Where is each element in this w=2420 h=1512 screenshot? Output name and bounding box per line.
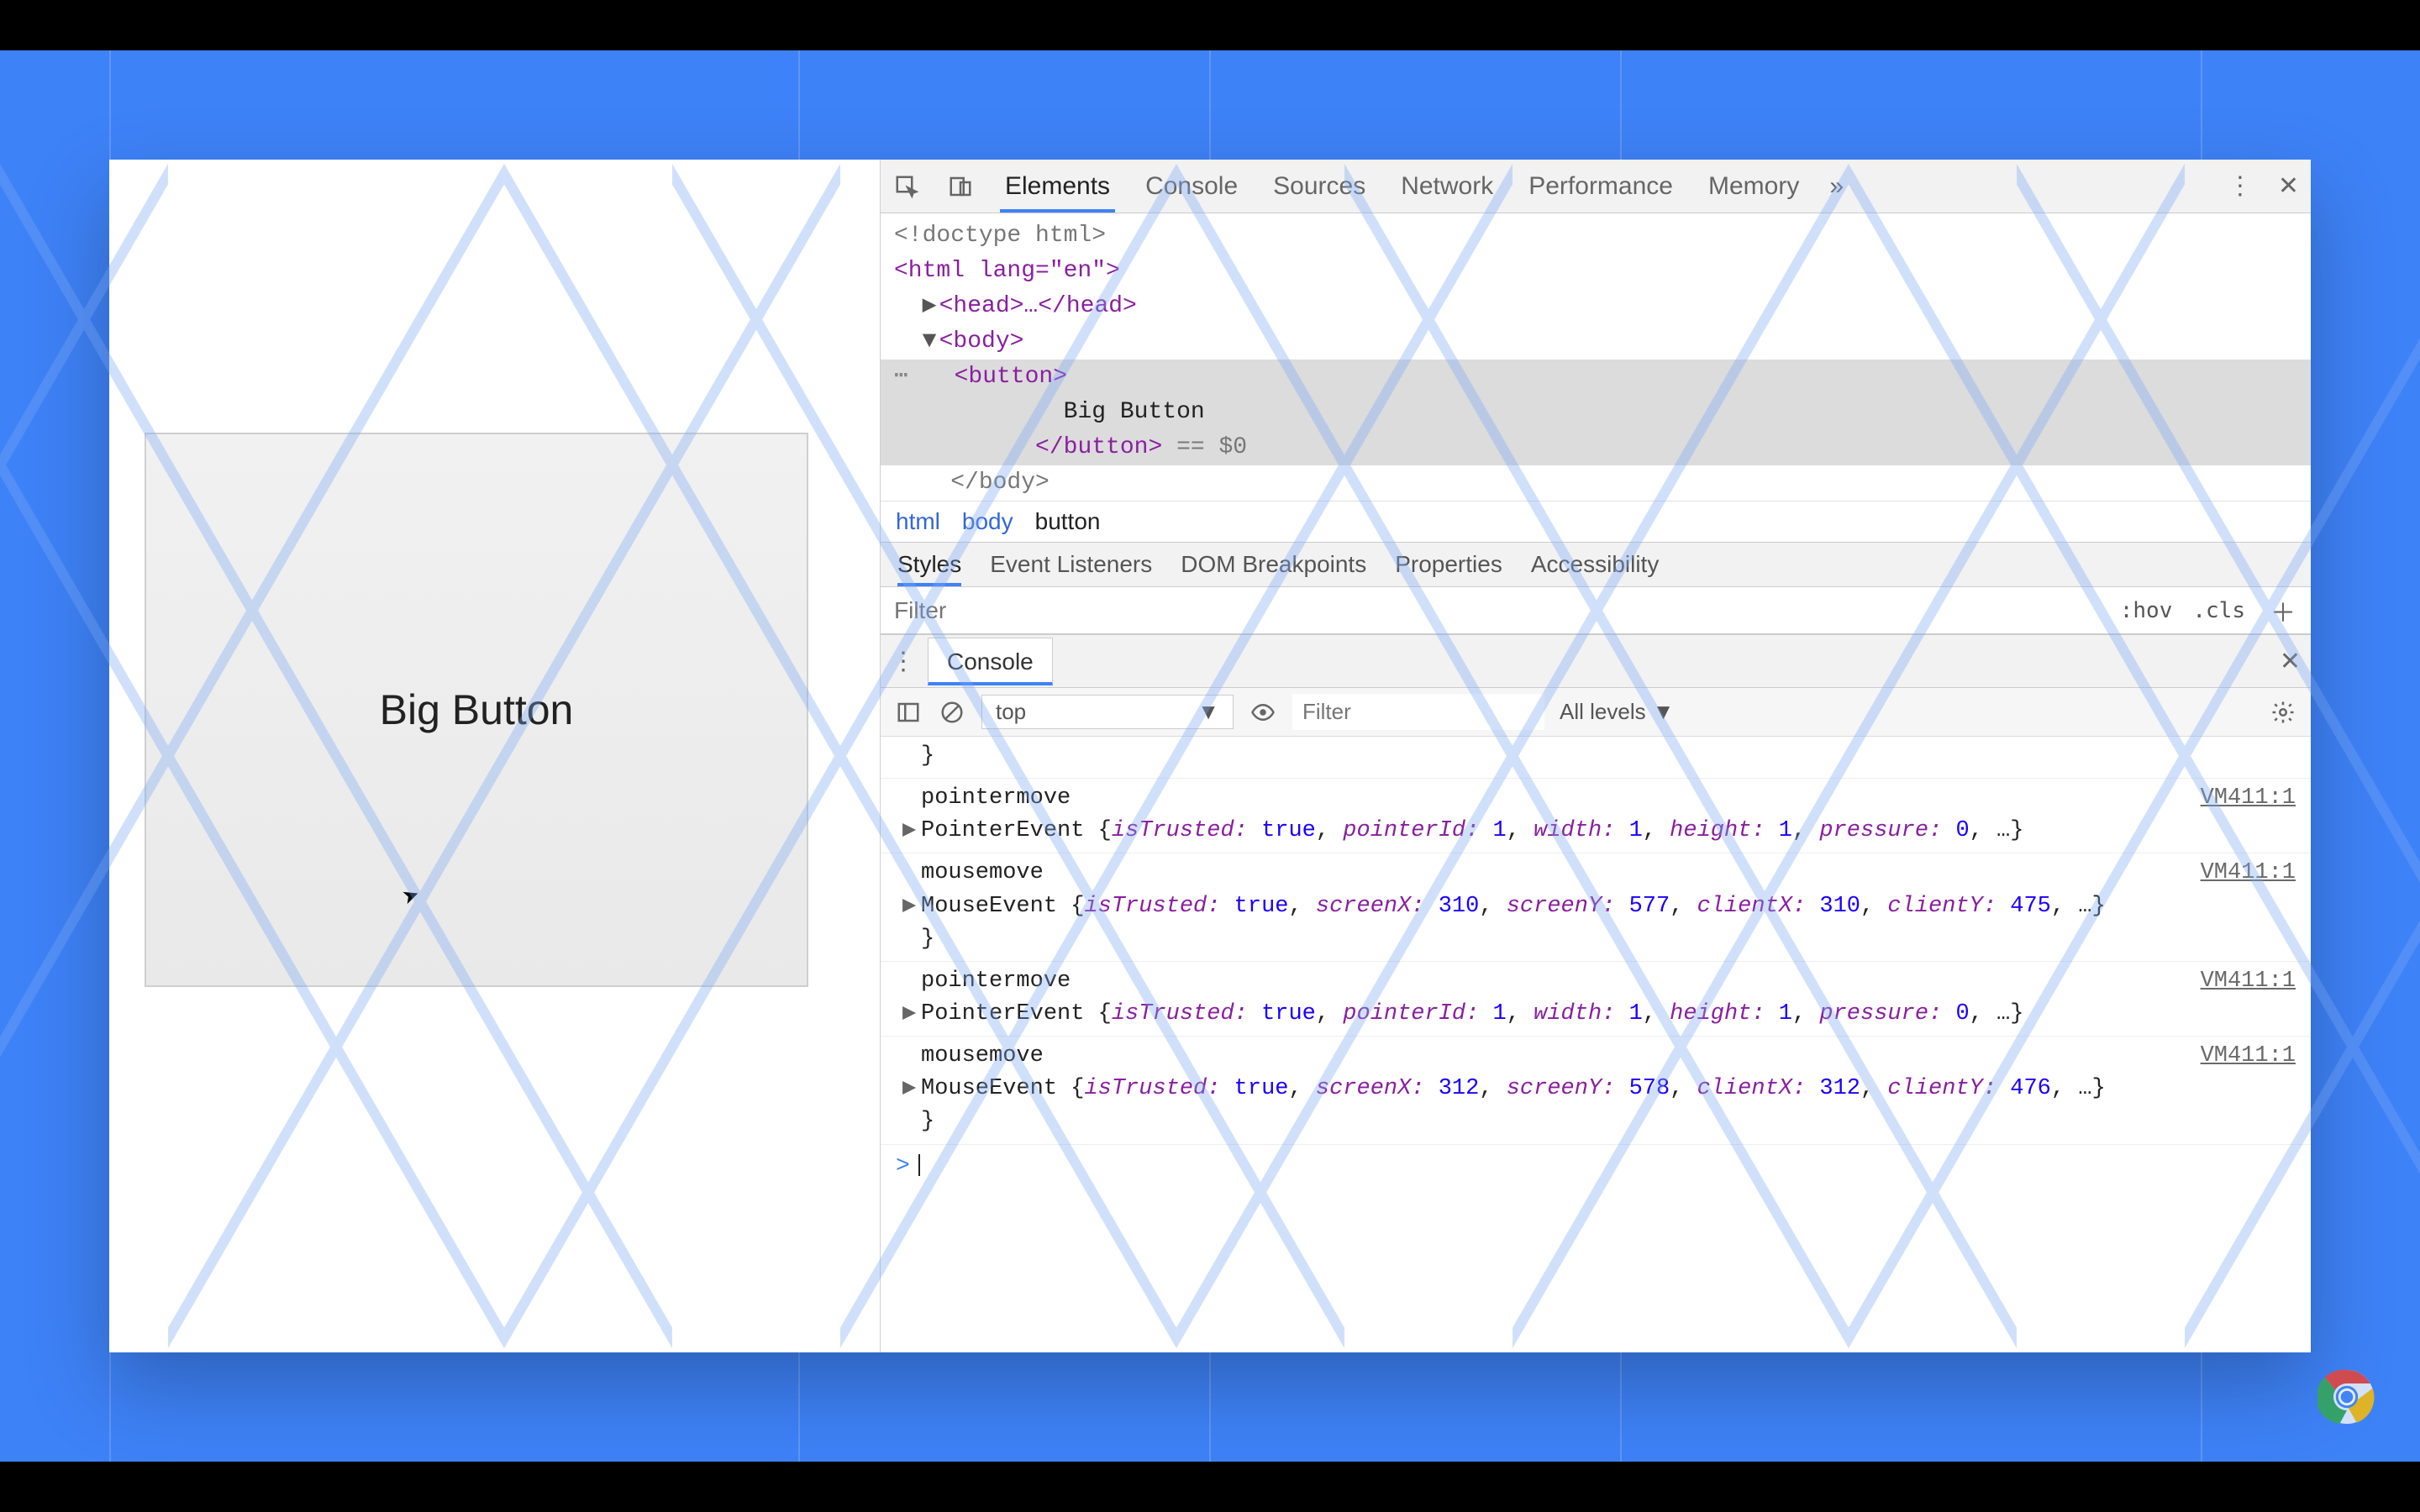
- console-log-list: }pointermoveVM411:1▶PointerEvent {isTrus…: [881, 737, 2311, 1352]
- console-drawer-header: ⋮ Console ✕: [881, 634, 2311, 688]
- big-button-label: Big Button: [380, 685, 574, 734]
- console-sidebar-toggle-icon[interactable]: [894, 698, 923, 727]
- tab-performance[interactable]: Performance: [1523, 160, 1678, 213]
- console-log-entry[interactable]: pointermoveVM411:1▶PointerEvent {isTrust…: [881, 962, 2311, 1037]
- tab-memory[interactable]: Memory: [1703, 160, 1804, 213]
- dom-head: <head>…</head>: [939, 293, 1137, 319]
- context-selector-label: top: [996, 699, 1026, 725]
- dom-html-open: <html lang="en">: [894, 258, 1120, 284]
- breadcrumb: html body button: [881, 501, 2311, 543]
- console-log-entry[interactable]: }: [881, 737, 2311, 779]
- subtab-event-listeners[interactable]: Event Listeners: [990, 551, 1152, 586]
- close-devtools-icon[interactable]: ✕: [2278, 171, 2299, 201]
- chevron-down-icon: ▼: [1197, 699, 1219, 725]
- log-source-link[interactable]: VM411:1: [2201, 965, 2296, 998]
- console-filter-input[interactable]: [1292, 694, 1544, 730]
- hov-toggle[interactable]: :hov: [2110, 598, 2183, 623]
- disclosure-right-icon[interactable]: ▶: [902, 890, 916, 923]
- kebab-menu-icon[interactable]: ⋮: [2228, 171, 2253, 201]
- tab-console[interactable]: Console: [1140, 160, 1243, 213]
- tabs-overflow-icon[interactable]: »: [1829, 172, 1844, 201]
- dom-button-close: </button>: [1035, 434, 1162, 460]
- styles-subtabs: Styles Event Listeners DOM Breakpoints P…: [881, 543, 2311, 587]
- clear-console-icon[interactable]: [938, 698, 966, 727]
- dom-body-close: </body>: [950, 470, 1050, 496]
- styles-filter-bar: :hov .cls ＋: [881, 587, 2311, 634]
- console-log-entry[interactable]: pointermoveVM411:1▶PointerEvent {isTrust…: [881, 779, 2311, 853]
- breadcrumb-html[interactable]: html: [896, 508, 940, 535]
- disclosure-right-icon[interactable]: ▶: [902, 1073, 916, 1105]
- chrome-logo-icon: [2317, 1368, 2376, 1426]
- cls-toggle[interactable]: .cls: [2182, 598, 2255, 623]
- cursor-icon: ➤: [399, 881, 424, 910]
- live-expression-icon[interactable]: [1249, 698, 1277, 727]
- dom-doctype: <!doctype html>: [894, 223, 1106, 249]
- devtools-panel: Elements Console Sources Network Perform…: [880, 160, 2311, 1352]
- devtools-tabstrip: Elements Console Sources Network Perform…: [881, 160, 2311, 213]
- browser-window: Big Button ➤ Elements Console: [109, 160, 2311, 1352]
- disclosure-right-icon[interactable]: ▶: [902, 998, 916, 1031]
- console-log-entry[interactable]: mousemoveVM411:1▶MouseEvent {isTrusted: …: [881, 1037, 2311, 1144]
- context-selector[interactable]: top ▼: [981, 695, 1234, 729]
- console-settings-icon[interactable]: [2269, 698, 2297, 727]
- subtab-accessibility[interactable]: Accessibility: [1531, 551, 1659, 586]
- drawer-kebab-icon[interactable]: ⋮: [891, 647, 916, 676]
- inspect-icon[interactable]: [892, 172, 921, 201]
- subtab-dom-breakpoints[interactable]: DOM Breakpoints: [1181, 551, 1366, 586]
- console-prompt[interactable]: >: [881, 1145, 2311, 1189]
- page-viewport: Big Button ➤: [109, 160, 880, 1352]
- log-levels-label: All levels: [1560, 699, 1646, 725]
- chevron-down-icon: ▼: [1653, 699, 1675, 725]
- disclosure-down-icon[interactable]: ▼: [923, 324, 939, 360]
- new-style-rule-icon[interactable]: ＋: [2255, 592, 2311, 629]
- drawer-close-icon[interactable]: ✕: [2280, 647, 2301, 676]
- dom-selected-node[interactable]: ⋯ <button> Big Button </button> == $0: [881, 360, 2311, 465]
- breadcrumb-body[interactable]: body: [962, 508, 1013, 535]
- drawer-tab-console[interactable]: Console: [928, 638, 1053, 685]
- ellipsis-icon[interactable]: ⋯: [894, 360, 926, 395]
- console-log-entry[interactable]: mousemoveVM411:1▶MouseEvent {isTrusted: …: [881, 853, 2311, 961]
- dom-inspected-suffix: == $0: [1162, 434, 1247, 460]
- dom-body-open: <body>: [939, 328, 1024, 354]
- console-toolbar: top ▼ All levels ▼: [881, 688, 2311, 737]
- disclosure-right-icon[interactable]: ▶: [902, 815, 916, 848]
- slide-background: Big Button ➤ Elements Console: [0, 50, 2420, 1462]
- log-source-link[interactable]: VM411:1: [2201, 857, 2296, 890]
- log-source-link[interactable]: VM411:1: [2201, 1040, 2296, 1073]
- log-levels-selector[interactable]: All levels ▼: [1560, 699, 1674, 725]
- tab-elements[interactable]: Elements: [1000, 160, 1115, 213]
- styles-filter-input[interactable]: [881, 597, 2110, 624]
- dom-tree[interactable]: <!doctype html> <html lang="en"> ▶<head>…: [881, 213, 2311, 501]
- log-source-link[interactable]: VM411:1: [2201, 782, 2296, 815]
- tab-sources[interactable]: Sources: [1268, 160, 1370, 213]
- subtab-properties[interactable]: Properties: [1395, 551, 1502, 586]
- dom-button-text: Big Button: [1064, 399, 1205, 425]
- dom-button-open: <button>: [955, 364, 1067, 390]
- disclosure-right-icon[interactable]: ▶: [923, 289, 939, 324]
- subtab-styles[interactable]: Styles: [897, 551, 961, 586]
- tab-network[interactable]: Network: [1396, 160, 1498, 213]
- big-button[interactable]: Big Button ➤: [145, 433, 808, 987]
- device-toggle-icon[interactable]: [946, 172, 975, 201]
- breadcrumb-button[interactable]: button: [1035, 508, 1101, 535]
